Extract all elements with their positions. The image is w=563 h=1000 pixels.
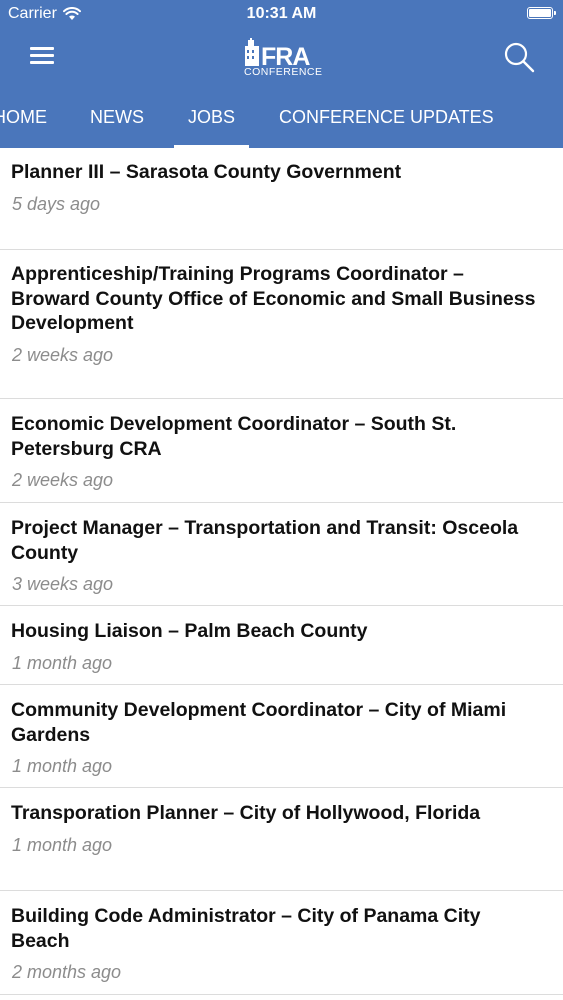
job-date: 2 weeks ago — [12, 345, 114, 365]
job-list-item[interactable]: Housing Liaison – Palm Beach County 1 mo… — [0, 606, 563, 685]
job-date: 1 month ago — [12, 835, 113, 855]
tab-bar: HOME NEWS JOBS CONFERENCE UPDATES — [0, 96, 563, 148]
status-bar: Carrier 10:31 AM — [0, 0, 563, 30]
job-list-item[interactable]: Transporation Planner – City of Hollywoo… — [0, 788, 563, 891]
logo-subtitle: CONFERENCE — [244, 66, 323, 78]
app-header: Carrier 10:31 AM FRA CONFERENCE OME NEWS… — [0, 0, 563, 148]
job-title: Planner III – Sarasota County Government — [11, 161, 402, 183]
job-date: 5 days ago — [12, 194, 101, 214]
job-date: 1 month ago — [12, 653, 113, 673]
search-icon[interactable] — [502, 40, 536, 74]
job-title: Economic Development Coordinator – South… — [11, 413, 457, 460]
job-list-item[interactable]: Project Manager – Transportation and Tra… — [0, 503, 563, 606]
tab-jobs[interactable]: JOBS — [173, 96, 250, 148]
job-title: Transporation Planner – City of Hollywoo… — [11, 802, 481, 824]
job-date: 2 weeks ago — [12, 470, 114, 490]
job-title: Community Development Coordinator – City… — [11, 699, 507, 746]
job-date: 1 month ago — [12, 756, 113, 776]
tab-conference-updates[interactable]: CONFERENCE UPDATES — [279, 96, 494, 148]
job-title: Building Code Administrator – City of Pa… — [11, 905, 481, 952]
job-list-item[interactable]: Community Development Coordinator – City… — [0, 685, 563, 788]
job-title: Apprenticeship/Training Programs Coordin… — [11, 263, 536, 334]
job-list-item[interactable]: Economic Development Coordinator – South… — [0, 399, 563, 503]
job-list-item[interactable]: Planner III – Sarasota County Government… — [0, 148, 563, 250]
tab-home[interactable]: HOME — [0, 96, 47, 148]
tab-news[interactable]: NEWS — [90, 96, 144, 148]
job-list-item[interactable]: Apprenticeship/Training Programs Coordin… — [0, 250, 563, 399]
job-list-item[interactable]: Building Code Administrator – City of Pa… — [0, 891, 563, 995]
job-date: 2 months ago — [12, 962, 122, 982]
logo: FRA CONFERENCE — [243, 38, 323, 82]
job-title: Housing Liaison – Palm Beach County — [11, 620, 368, 642]
job-date: 3 weeks ago — [12, 574, 114, 594]
battery-icon — [527, 7, 556, 19]
hamburger-menu-icon[interactable] — [30, 47, 54, 65]
status-time: 10:31 AM — [246, 5, 317, 22]
job-title: Project Manager – Transportation and Tra… — [11, 517, 519, 564]
